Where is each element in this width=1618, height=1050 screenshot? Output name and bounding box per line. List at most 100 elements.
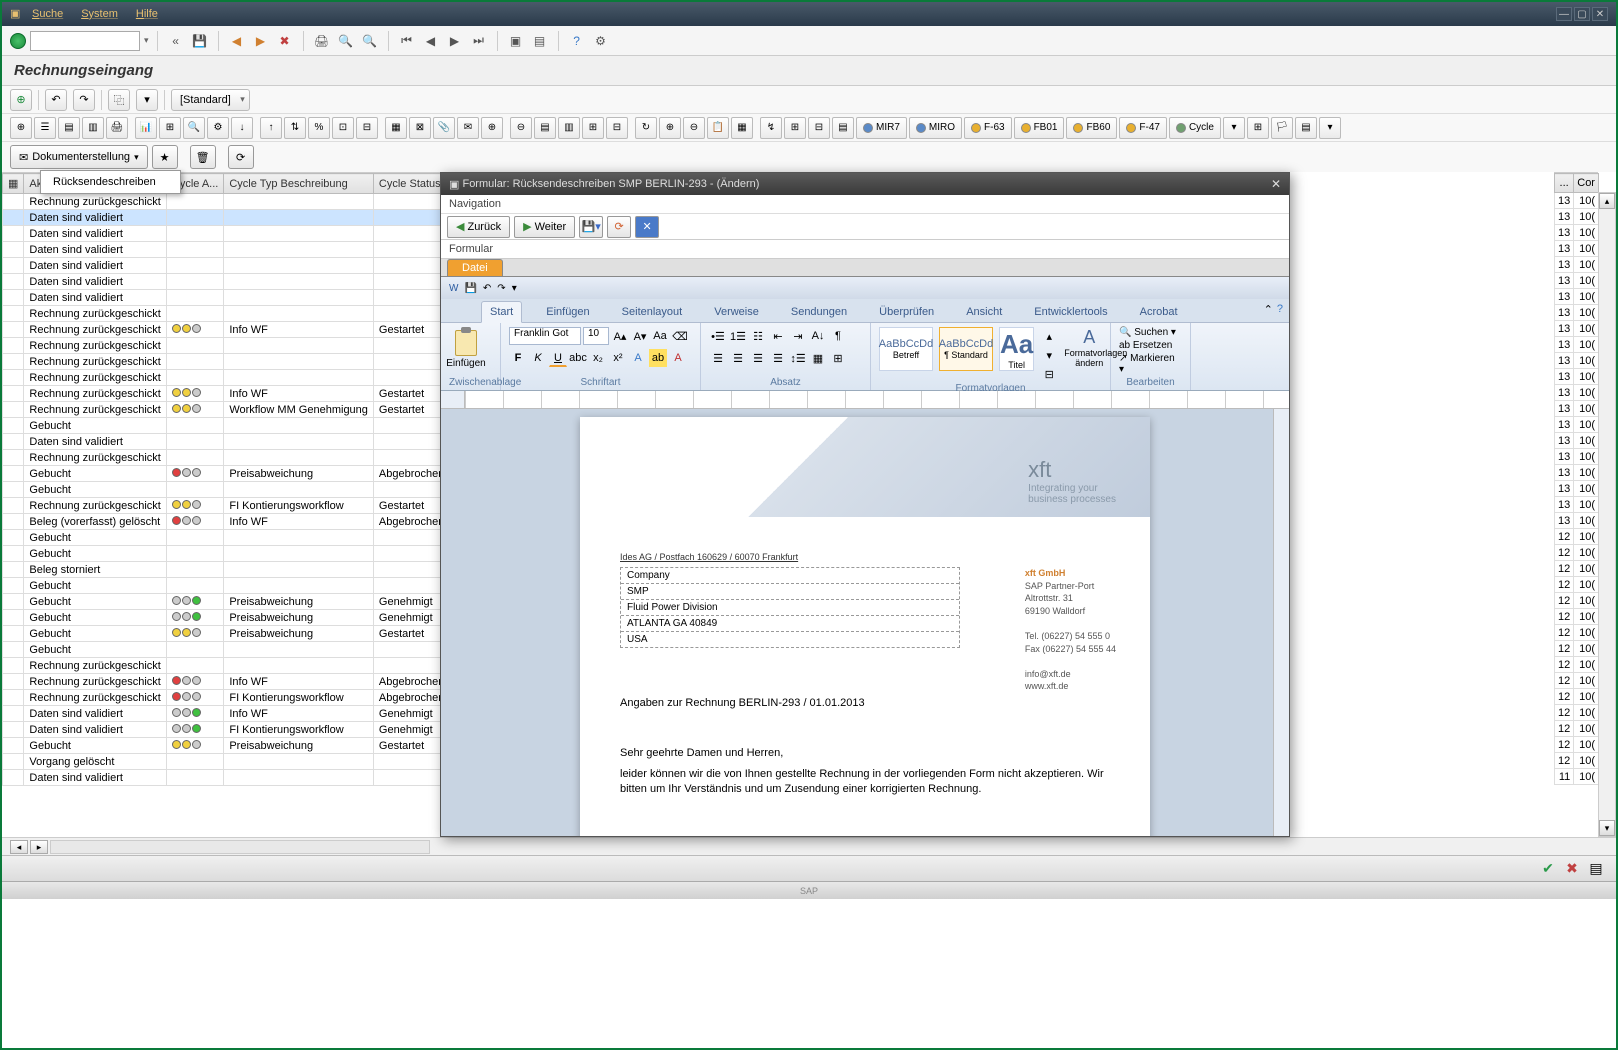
numbering-icon[interactable]: 1☰ (729, 327, 747, 345)
table-row[interactable]: Daten sind validiert (3, 770, 441, 786)
table-row[interactable]: Vorgang gelöscht (3, 754, 441, 770)
trailing-button-2[interactable]: 🏳 (1271, 117, 1293, 139)
ribbon-tab-verweise[interactable]: Verweise (706, 302, 767, 322)
toolbar-button-25[interactable]: ↻ (635, 117, 657, 139)
table-row[interactable]: Daten sind validiertFI Kontierungsworkfl… (3, 722, 441, 738)
table-row[interactable]: 1210( (1555, 577, 1599, 593)
last-page-icon[interactable]: ⏭ (469, 31, 489, 51)
scroll-down-icon[interactable]: ▾ (1599, 820, 1615, 836)
ribbon-tab-entwicklertools[interactable]: Entwicklertools (1026, 302, 1115, 322)
document-scrollbar[interactable] (1273, 409, 1289, 836)
tcode-button-cycle[interactable]: Cycle (1169, 117, 1221, 139)
table-row[interactable]: 1210( (1555, 593, 1599, 609)
bold-icon[interactable]: F (509, 349, 527, 367)
toolbar-button-7[interactable]: 🔍 (183, 117, 205, 139)
ribbon-tab-sendungen[interactable]: Sendungen (783, 302, 855, 322)
show-marks-icon[interactable]: ¶ (829, 327, 847, 345)
qat-more-icon[interactable]: ▾ (512, 283, 517, 294)
table-row[interactable]: Rechnung zurückgeschicktFI Kontierungswo… (3, 498, 441, 514)
paste-button[interactable]: Einfügen (449, 327, 483, 371)
table-row[interactable]: 1310( (1555, 353, 1599, 369)
menu-search[interactable]: Suche (32, 8, 63, 20)
status-menu-icon[interactable]: ▤ (1586, 859, 1606, 879)
ok-icon[interactable] (10, 33, 26, 49)
minimize-button[interactable]: — (1556, 7, 1572, 21)
tcode-button-f-47[interactable]: F-47 (1119, 117, 1167, 139)
refresh-icon[interactable]: ⟳ (228, 145, 254, 169)
replace-button[interactable]: ab Ersetzen (1119, 340, 1172, 351)
refresh-form-icon[interactable]: ⟳ (607, 216, 631, 238)
change-styles-button[interactable]: A Formatvorlagen ändern (1064, 327, 1114, 368)
table-row[interactable]: 1310( (1555, 193, 1599, 209)
document-creation-button[interactable]: ✉ Dokumenterstellung ▾ (10, 145, 148, 169)
clear-format-icon[interactable]: ⌫ (671, 327, 689, 345)
table-row[interactable]: 1310( (1555, 417, 1599, 433)
toolbar-button-17[interactable]: 📎 (433, 117, 455, 139)
copy-icon[interactable]: ⿻ (108, 89, 130, 111)
table-row[interactable]: 1310( (1555, 449, 1599, 465)
table-row[interactable]: Rechnung zurückgeschicktInfo WFAbgebroch… (3, 674, 441, 690)
trailing-button-1[interactable]: ⊞ (1247, 117, 1269, 139)
table-row[interactable]: Daten sind validiert (3, 434, 441, 450)
underline-icon[interactable]: U (549, 349, 567, 367)
trailing-button-3[interactable]: ▤ (1295, 117, 1317, 139)
table-row[interactable]: 1210( (1555, 737, 1599, 753)
table-row[interactable]: Daten sind validiert (3, 210, 441, 226)
style-betreff[interactable]: AaBbCcDdBetreff (879, 327, 933, 371)
sort-icon[interactable]: A↓ (809, 327, 827, 345)
table-row[interactable]: 1310( (1555, 305, 1599, 321)
table-row[interactable]: 1310( (1555, 273, 1599, 289)
table-row[interactable]: 1310( (1555, 481, 1599, 497)
new-session-icon[interactable]: ▣ (506, 31, 526, 51)
save-icon[interactable]: 💾 (190, 31, 210, 51)
toolbar-button-24[interactable]: ⊟ (606, 117, 628, 139)
table-row[interactable]: 1210( (1555, 689, 1599, 705)
vertical-scrollbar[interactable]: ▴ ▾ (1598, 192, 1616, 837)
table-row[interactable]: Gebucht (3, 642, 441, 658)
redo-icon[interactable]: ↷ (73, 89, 95, 111)
ribbon-tab-ansicht[interactable]: Ansicht (958, 302, 1010, 322)
tcode-button-miro[interactable]: MIRO (909, 117, 962, 139)
strike-icon[interactable]: abc (569, 349, 587, 367)
status-cancel-icon[interactable]: ✖ (1562, 859, 1582, 879)
find-icon[interactable]: 🔍 (336, 31, 356, 51)
style-standard[interactable]: AaBbCcDd¶ Standard (939, 327, 993, 371)
table-row[interactable]: 1310( (1555, 497, 1599, 513)
toolbar-button-19[interactable]: ⊕ (481, 117, 503, 139)
table-row[interactable]: Daten sind validiert (3, 290, 441, 306)
forward-button[interactable]: ▶Weiter (514, 216, 575, 238)
table-row[interactable]: Rechnung zurückgeschickt (3, 194, 441, 210)
horizontal-scrollbar[interactable]: ◂ ▸ (2, 837, 1616, 855)
table-row[interactable]: 1310( (1555, 289, 1599, 305)
toolbar-button-18[interactable]: ✉ (457, 117, 479, 139)
table-row[interactable]: 1310( (1555, 513, 1599, 529)
layout-icon[interactable]: ▤ (530, 31, 550, 51)
table-row[interactable]: 1310( (1555, 241, 1599, 257)
dedent-icon[interactable]: ⇤ (769, 327, 787, 345)
findnext-icon[interactable]: 🔍 (360, 31, 380, 51)
scroll-left-icon[interactable]: ◂ (10, 840, 28, 854)
table-row[interactable]: 1310( (1555, 209, 1599, 225)
menu-system[interactable]: System (81, 8, 118, 20)
ribbon-tab-überprüfen[interactable]: Überprüfen (871, 302, 942, 322)
paste-icon[interactable]: ▾ (136, 89, 158, 111)
back-icon[interactable]: « (166, 31, 186, 51)
text-effect-icon[interactable]: A (629, 349, 647, 367)
table-row[interactable]: GebuchtPreisabweichungGenehmigt (3, 610, 441, 626)
toolbar-button-33[interactable]: ▤ (832, 117, 854, 139)
table-row[interactable]: Rechnung zurückgeschickt (3, 370, 441, 386)
table-row[interactable]: 1210( (1555, 721, 1599, 737)
next-page-icon[interactable]: ▶ (445, 31, 465, 51)
toolbar-button-20[interactable]: ⊖ (510, 117, 532, 139)
command-field[interactable] (30, 31, 140, 51)
table-row[interactable]: Rechnung zurückgeschickt (3, 354, 441, 370)
line-spacing-icon[interactable]: ↕☰ (789, 349, 807, 367)
table-row[interactable]: Daten sind validiert (3, 258, 441, 274)
print-icon[interactable]: 🖨 (312, 31, 332, 51)
table-row[interactable]: Rechnung zurückgeschickt (3, 306, 441, 322)
maximize-button[interactable]: ▢ (1574, 7, 1590, 21)
italic-icon[interactable]: K (529, 349, 547, 367)
word-help-icon[interactable]: ? (1277, 303, 1283, 316)
table-row[interactable]: Gebucht (3, 578, 441, 594)
qat-undo-icon[interactable]: ↶ (483, 283, 491, 294)
